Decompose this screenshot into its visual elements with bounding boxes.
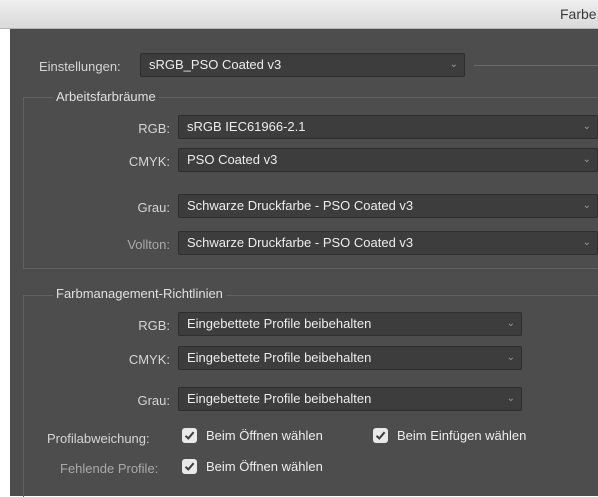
workspace-rgb-label: RGB: <box>138 121 170 136</box>
mismatch-open-label: Beim Öffnen wählen <box>206 428 323 443</box>
missing-label: Fehlende Profile: <box>60 461 159 476</box>
policy-gray-value: Eingebettete Profile beibehalten <box>187 391 372 406</box>
window-title: Farbe <box>560 6 597 22</box>
workspace-cmyk-value: PSO Coated v3 <box>187 152 278 167</box>
workspace-rgb-value: sRGB IEC61966-2.1 <box>187 119 306 134</box>
policy-rgb-label: RGB: <box>138 318 170 333</box>
chevron-down-icon: ⌄ <box>582 154 591 165</box>
settings-select[interactable]: sRGB_PSO Coated v3 ⌄ <box>140 53 465 77</box>
window-titlebar: Farbe <box>0 0 598 29</box>
workspace-cmyk-select[interactable]: PSO Coated v3 ⌄ <box>178 148 598 172</box>
workspace-gray-select[interactable]: Schwarze Druckfarbe - PSO Coated v3 ⌄ <box>178 194 598 218</box>
policies-title: Farbmanagement-Richtlinien <box>53 286 226 301</box>
chevron-down-icon: ⌄ <box>582 121 591 132</box>
checkmark-icon <box>182 428 197 443</box>
workspaces-title: Arbeitsfarbräume <box>53 89 159 104</box>
settings-label: Einstellungen: <box>39 59 121 74</box>
mismatch-paste-checkbox[interactable]: Beim Einfügen wählen <box>373 428 526 443</box>
workspace-cmyk-label: CMYK: <box>128 154 170 169</box>
mismatch-label: Profilabweichung: <box>47 431 150 446</box>
missing-open-label: Beim Öffnen wählen <box>206 459 323 474</box>
chevron-down-icon: ⌄ <box>506 352 515 363</box>
policy-rgb-value: Eingebettete Profile beibehalten <box>187 316 372 331</box>
workspace-spot-value: Schwarze Druckfarbe - PSO Coated v3 <box>187 235 414 250</box>
policy-cmyk-value: Eingebettete Profile beibehalten <box>187 350 372 365</box>
workspace-rgb-select[interactable]: sRGB IEC61966-2.1 ⌄ <box>178 115 598 139</box>
checkmark-icon <box>182 459 197 474</box>
chevron-down-icon: ⌄ <box>582 237 591 248</box>
workspace-gray-label: Grau: <box>137 200 170 215</box>
workspace-gray-value: Schwarze Druckfarbe - PSO Coated v3 <box>187 198 414 213</box>
chevron-down-icon: ⌄ <box>506 393 515 404</box>
chevron-down-icon: ⌄ <box>449 59 458 70</box>
settings-divider <box>474 65 598 66</box>
workspace-spot-select[interactable]: Schwarze Druckfarbe - PSO Coated v3 ⌄ <box>178 231 598 255</box>
policy-cmyk-select[interactable]: Eingebettete Profile beibehalten ⌄ <box>178 346 522 370</box>
mismatch-open-checkbox[interactable]: Beim Öffnen wählen <box>182 428 323 443</box>
settings-value: sRGB_PSO Coated v3 <box>149 57 282 72</box>
policy-gray-label: Grau: <box>137 393 170 408</box>
chevron-down-icon: ⌄ <box>582 200 591 211</box>
missing-open-checkbox[interactable]: Beim Öffnen wählen <box>182 459 323 474</box>
policy-cmyk-label: CMYK: <box>128 352 170 367</box>
chevron-down-icon: ⌄ <box>506 318 515 329</box>
mismatch-paste-label: Beim Einfügen wählen <box>397 428 527 443</box>
workspace-spot-label: Vollton: <box>127 237 170 252</box>
color-settings-panel: Einstellungen: sRGB_PSO Coated v3 ⌄ Arbe… <box>10 29 598 497</box>
checkmark-icon <box>373 428 388 443</box>
policy-gray-select[interactable]: Eingebettete Profile beibehalten ⌄ <box>178 387 522 411</box>
policy-rgb-select[interactable]: Eingebettete Profile beibehalten ⌄ <box>178 312 522 336</box>
